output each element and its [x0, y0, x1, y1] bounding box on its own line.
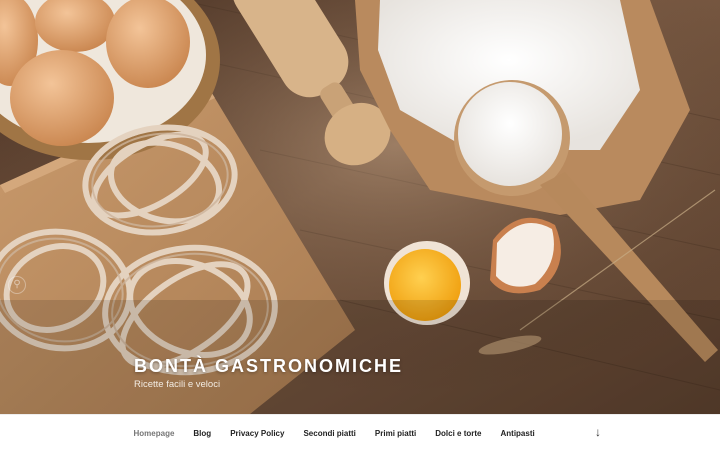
- nav-item-secondi-piatti[interactable]: Secondi piatti: [294, 429, 365, 438]
- nav-menu: Homepage Blog Privacy Policy Secondi pia…: [124, 415, 544, 450]
- nav-item-dolci-e-torte[interactable]: Dolci e torte: [426, 429, 491, 438]
- nav-item-blog[interactable]: Blog: [184, 429, 221, 438]
- nav-item-privacy-policy[interactable]: Privacy Policy: [221, 429, 294, 438]
- site-branding: BONTÀ GASTRONOMICHE Ricette facili e vel…: [134, 356, 403, 390]
- site-description: Ricette facili e veloci: [134, 379, 221, 390]
- nav-item-antipasti[interactable]: Antipasti: [491, 429, 544, 438]
- nav-item-homepage[interactable]: Homepage: [124, 429, 184, 438]
- arrow-down-icon[interactable]: ↓: [590, 424, 606, 440]
- site-title[interactable]: BONTÀ GASTRONOMICHE: [134, 356, 403, 376]
- main-navigation: Homepage Blog Privacy Policy Secondi pia…: [0, 414, 720, 450]
- search-icon: ⚲: [8, 276, 26, 294]
- header-hero: ⚲ BONTÀ GASTRONOMICHE Ricette facili e v…: [0, 0, 720, 414]
- header-image: [0, 0, 720, 414]
- nav-item-primi-piatti[interactable]: Primi piatti: [365, 429, 425, 438]
